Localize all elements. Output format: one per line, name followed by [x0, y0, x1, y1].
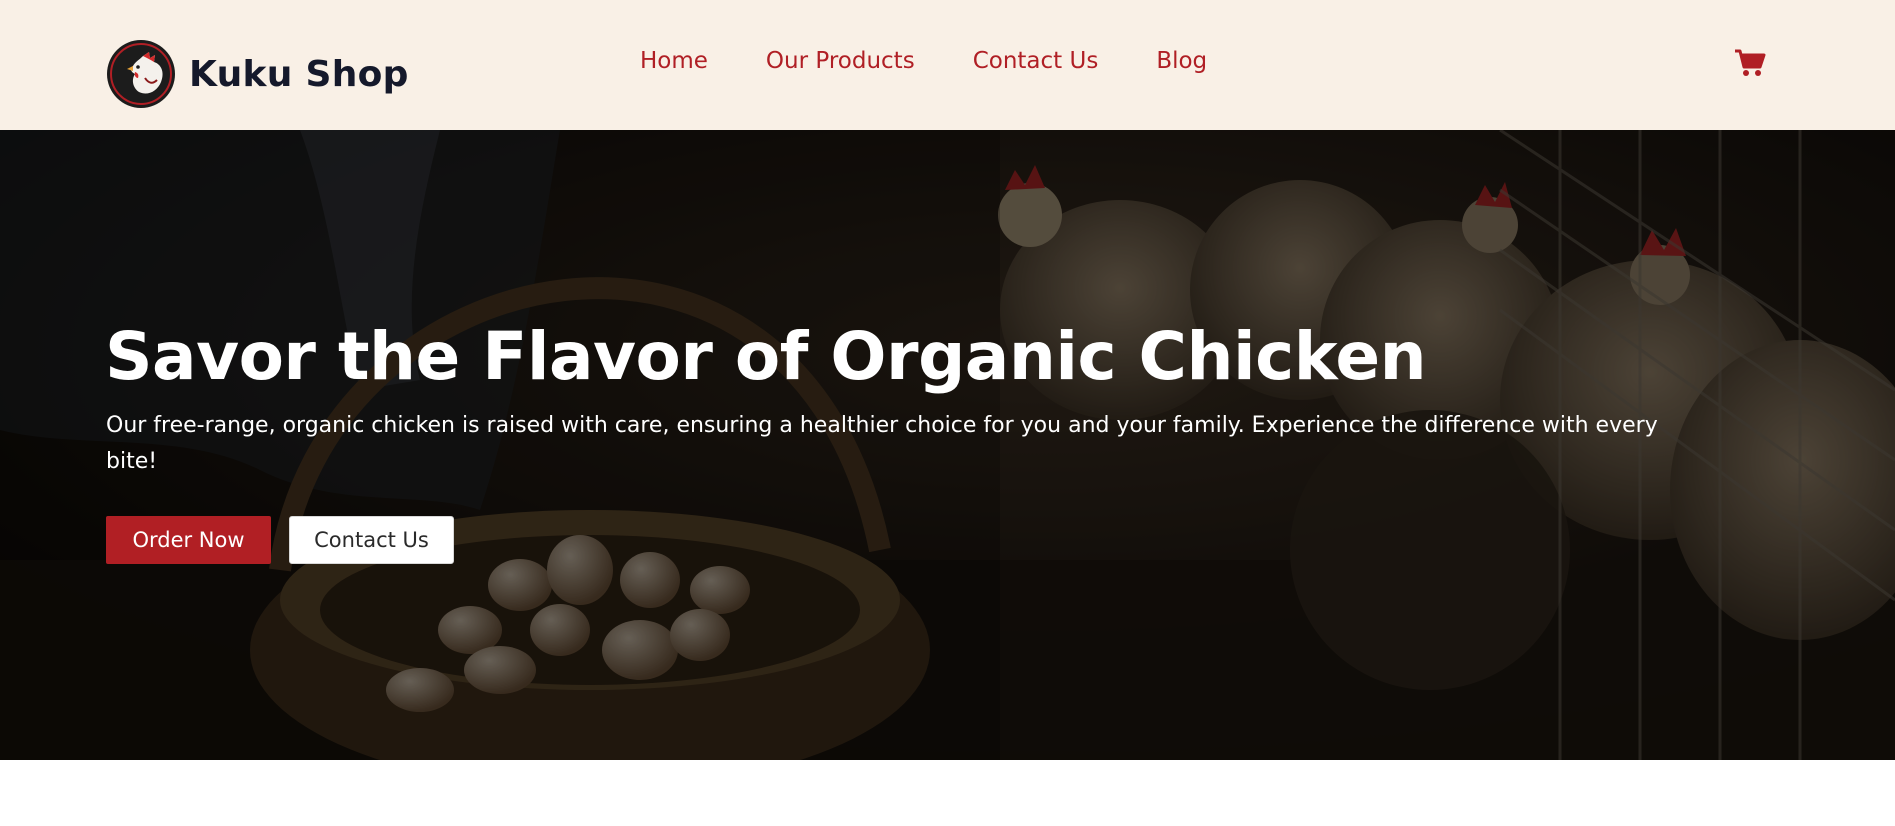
site-header: Kuku Shop Home Our Products Contact Us B… [0, 0, 1895, 130]
brand-name: Kuku Shop [189, 53, 409, 95]
nav-contact-us[interactable]: Contact Us [973, 48, 1099, 74]
hero-section: Savor the Flavor of Organic Chicken Our … [0, 130, 1895, 760]
nav-home[interactable]: Home [640, 48, 708, 74]
rooster-farm-logo-icon [105, 38, 177, 110]
hero-subtitle: Our free-range, organic chicken is raise… [106, 413, 1658, 474]
nav-our-products[interactable]: Our Products [766, 48, 915, 74]
logo-link[interactable]: Kuku Shop [105, 38, 409, 110]
main-nav: Home Our Products Contact Us Blog [640, 48, 1207, 74]
shopping-cart-icon[interactable] [1734, 48, 1766, 78]
contact-us-button[interactable]: Contact Us [289, 516, 454, 564]
hero-title: Savor the Flavor of Organic Chicken [105, 318, 1427, 395]
nav-blog[interactable]: Blog [1156, 48, 1207, 74]
order-now-button[interactable]: Order Now [106, 516, 271, 564]
